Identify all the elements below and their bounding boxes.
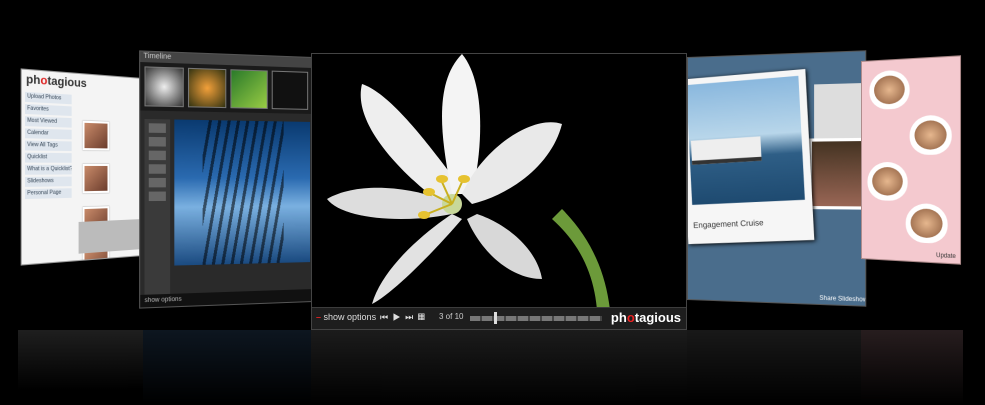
editing-toolbar	[144, 118, 171, 309]
couple-photo	[808, 137, 867, 210]
library-menu: Upload Photos Favorites Most Viewed Cale…	[24, 90, 72, 202]
heart-frame	[867, 162, 908, 202]
tool-button[interactable]	[148, 164, 166, 174]
menu-item[interactable]: What is a Quicklist?	[24, 164, 72, 175]
polaroid-caption: Engagement Cruise	[693, 218, 764, 230]
progress-track[interactable]	[470, 316, 602, 321]
last-icon[interactable]: ⏭	[405, 312, 414, 322]
lily-photo	[312, 54, 686, 310]
timeline-strip	[140, 61, 313, 114]
menu-item[interactable]: Calendar	[24, 128, 72, 140]
menu-item[interactable]: Upload Photos	[24, 91, 72, 105]
menu-item[interactable]: Favorites	[24, 104, 72, 116]
update-button[interactable]: Update	[936, 253, 956, 260]
tool-button[interactable]	[148, 191, 166, 202]
timeline-thumb[interactable]	[230, 69, 268, 110]
viewer-control-bar: – show options ⏮ ▶ ⏭ ▦ 3 of 10 photagiou…	[312, 307, 686, 329]
menu-item[interactable]: Quicklist	[24, 152, 72, 163]
menu-item[interactable]: Most Viewed	[24, 116, 72, 128]
timeline-thumb[interactable]	[144, 66, 184, 108]
quicklist-tray	[78, 219, 141, 254]
playback-buttons: ⏮ ▶ ⏭ ▦	[380, 312, 426, 323]
carousel-stage: photagious Upload Photos Favorites Most …	[0, 0, 985, 405]
menu-item[interactable]: View All Tags	[24, 140, 72, 152]
timeline-thumb[interactable]	[271, 70, 309, 110]
cruise-slideshow-panel[interactable]: Engagement Cruise Share Slideshow	[687, 50, 867, 307]
tool-button[interactable]	[148, 136, 166, 147]
heart-frame	[909, 114, 952, 155]
polaroid-photo: Engagement Cruise	[687, 68, 815, 245]
progress-handle[interactable]	[494, 312, 497, 324]
show-options-toggle[interactable]: – show options	[316, 312, 376, 322]
floor-reflection	[0, 330, 985, 405]
main-photo-viewer[interactable]: – show options ⏮ ▶ ⏭ ▦ 3 of 10 photagiou…	[311, 53, 687, 330]
thumbnail[interactable]	[82, 163, 110, 194]
tool-button[interactable]	[148, 150, 166, 161]
tool-button[interactable]	[148, 177, 166, 188]
heart-frame	[869, 69, 910, 110]
hearts-album-panel[interactable]: Update	[861, 55, 962, 265]
timeline-thumb[interactable]	[187, 67, 227, 109]
brand-logo: photagious	[610, 310, 681, 325]
tool-button[interactable]	[148, 123, 166, 133]
photos-library-panel[interactable]: photagious Upload Photos Favorites Most …	[20, 68, 143, 266]
thumbnail[interactable]	[82, 120, 110, 151]
share-slideshow-button[interactable]: Share Slideshow	[819, 296, 866, 304]
photo-counter: 3 of 10	[439, 312, 464, 321]
play-icon[interactable]: ▶	[393, 312, 402, 322]
palm-photo	[174, 119, 311, 266]
ship-shape	[690, 136, 762, 165]
timeline-panel[interactable]: Timeline show options	[139, 50, 313, 309]
heart-frame	[905, 203, 948, 245]
first-icon[interactable]: ⏮	[380, 312, 389, 322]
menu-item[interactable]: Slideshows	[24, 176, 72, 187]
grid-icon[interactable]: ▦	[418, 312, 426, 322]
menu-item[interactable]: Personal Page	[24, 188, 72, 200]
